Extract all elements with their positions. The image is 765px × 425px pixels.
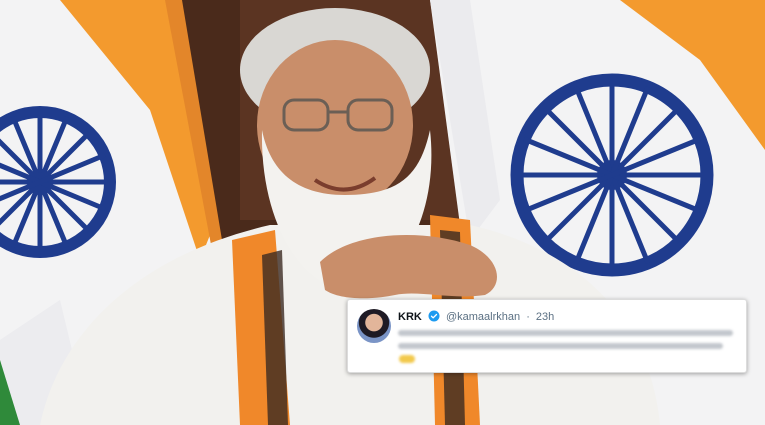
separator-dot: · (526, 311, 530, 323)
handle[interactable]: @kamaalrkhan (446, 311, 520, 323)
right-ashoka-chakra (510, 73, 714, 277)
photo-scene: KRK @kamaalrkhan · 23h (0, 0, 765, 425)
blurred-text-line (398, 343, 723, 349)
timestamp[interactable]: 23h (536, 311, 554, 323)
tweet-card[interactable]: KRK @kamaalrkhan · 23h (347, 299, 747, 373)
verified-badge-icon (428, 310, 440, 326)
avatar[interactable] (357, 309, 391, 343)
blurred-emoji-icon (399, 355, 415, 363)
tweet-header: KRK @kamaalrkhan · 23h (398, 310, 554, 326)
display-name[interactable]: KRK (398, 311, 422, 323)
blurred-text-line (398, 330, 733, 336)
